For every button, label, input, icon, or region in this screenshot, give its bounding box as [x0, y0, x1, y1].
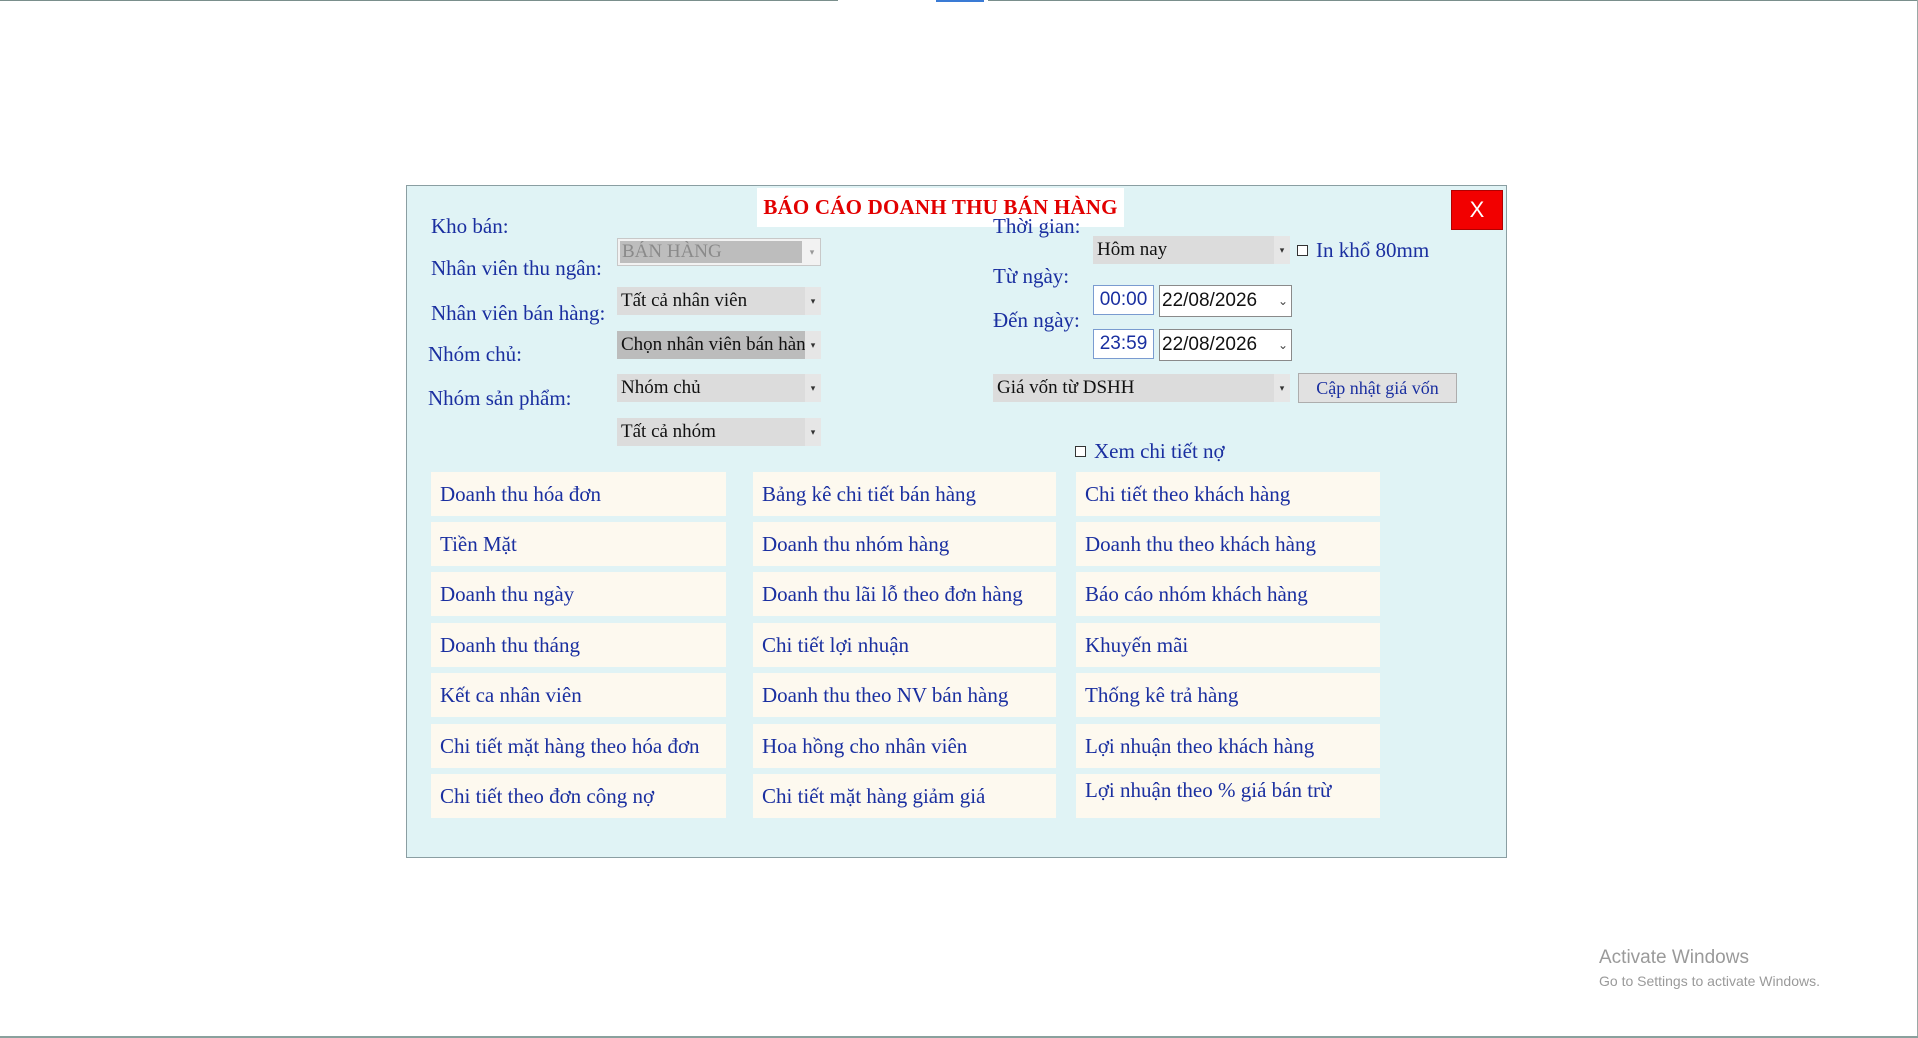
report-loi-nhuan-khach-hang-button[interactable]: Lợi nhuận theo khách hàng [1076, 724, 1380, 768]
report-ket-ca-nhan-vien-button[interactable]: Kết ca nhân viên [431, 673, 726, 717]
chevron-down-icon: ⌄ [1277, 294, 1289, 308]
gia-von-select[interactable]: Giá vốn từ DSHH ▾ [993, 374, 1290, 402]
report-chi-tiet-loi-nhuan-button[interactable]: Chi tiết lợi nhuận [753, 623, 1056, 667]
den-ngay-label: Đến ngày: [993, 308, 1080, 332]
chevron-down-icon: ▾ [1274, 236, 1290, 264]
report-chi-tiet-don-cong-no-button[interactable]: Chi tiết theo đơn công nợ [431, 774, 726, 818]
nhom-chu-value: Nhóm chủ [621, 377, 701, 398]
report-doanh-thu-thang-button[interactable]: Doanh thu tháng [431, 623, 726, 667]
checkbox-icon [1297, 244, 1308, 256]
xem-chi-tiet-no-checkbox[interactable]: Xem chi tiết nợ [1075, 436, 1225, 466]
chevron-down-icon: ▾ [805, 418, 821, 446]
chevron-down-icon: ▾ [805, 287, 821, 315]
tu-ngay-date-picker[interactable]: 22/08/2026 ⌄ [1159, 285, 1292, 317]
report-mat-hang-giam-gia-button[interactable]: Chi tiết mặt hàng giảm giá [753, 774, 1056, 818]
report-doanh-thu-ngay-button[interactable]: Doanh thu ngày [431, 572, 726, 616]
report-loi-nhuan-gia-ban-button[interactable]: Lợi nhuận theo % giá bán trừ [1076, 774, 1380, 818]
kho-ban-select[interactable]: BÁN HÀNG ▾ [617, 238, 821, 266]
gia-von-value: Giá vốn từ DSHH [997, 377, 1135, 398]
report-thong-ke-tra-hang-button[interactable]: Thống kê trả hàng [1076, 673, 1380, 717]
report-bang-ke-chi-tiet-button[interactable]: Bảng kê chi tiết bán hàng [753, 472, 1056, 516]
report-tien-mat-button[interactable]: Tiền Mặt [431, 522, 726, 566]
report-chi-tiet-mat-hang-hoa-don-button[interactable]: Chi tiết mặt hàng theo hóa đơn [431, 724, 726, 768]
thoi-gian-value: Hôm nay [1097, 239, 1168, 260]
cap-nhat-gia-von-button[interactable]: Cập nhật giá vốn [1298, 373, 1457, 403]
report-khuyen-mai-button[interactable]: Khuyến mãi [1076, 623, 1380, 667]
in-kho-80mm-label: In khổ 80mm [1316, 237, 1430, 262]
xem-chi-tiet-no-label: Xem chi tiết nợ [1094, 438, 1225, 463]
chevron-down-icon: ▾ [1274, 374, 1290, 402]
nv-ban-hang-value: Chọn nhân viên bán hàng [617, 331, 805, 359]
den-ngay-date-value: 22/08/2026 [1162, 334, 1258, 355]
nv-thu-ngan-value: Tất cả nhân viên [621, 290, 748, 311]
report-doanh-thu-khach-hang-button[interactable]: Doanh thu theo khách hàng [1076, 522, 1380, 566]
close-button[interactable]: X [1451, 190, 1503, 230]
report-hoa-hong-nhan-vien-button[interactable]: Hoa hồng cho nhân viên [753, 724, 1056, 768]
nv-thu-ngan-select[interactable]: Tất cả nhân viên ▾ [617, 287, 821, 315]
window-top-accent [936, 0, 984, 2]
nhom-chu-select[interactable]: Nhóm chủ ▾ [617, 374, 821, 402]
nhom-san-pham-select[interactable]: Tất cả nhóm ▾ [617, 418, 821, 446]
checkbox-icon [1075, 445, 1086, 457]
den-ngay-date-picker[interactable]: 22/08/2026 ⌄ [1159, 329, 1292, 361]
report-chi-tiet-khach-hang-button[interactable]: Chi tiết theo khách hàng [1076, 472, 1380, 516]
in-kho-80mm-checkbox[interactable]: In khổ 80mm [1297, 235, 1429, 265]
chevron-down-icon: ▾ [805, 374, 821, 402]
tu-ngay-date-value: 22/08/2026 [1162, 290, 1258, 311]
den-ngay-time-input[interactable]: 23:59 [1093, 329, 1154, 359]
nv-ban-hang-select[interactable]: Chọn nhân viên bán hàng ▾ [617, 331, 821, 359]
chevron-down-icon: ▾ [805, 331, 821, 359]
sales-report-dialog: BÁO CÁO DOANH THU BÁN HÀNG X Kho bán: Nh… [406, 185, 1507, 858]
kho-ban-value: BÁN HÀNG [620, 241, 802, 263]
chevron-down-icon: ⌄ [1277, 338, 1289, 352]
report-doanh-thu-nhom-hang-button[interactable]: Doanh thu nhóm hàng [753, 522, 1056, 566]
nhom-san-pham-value: Tất cả nhóm [621, 421, 716, 442]
report-lai-lo-don-hang-button[interactable]: Doanh thu lãi lỗ theo đơn hàng [753, 572, 1056, 616]
report-doanh-thu-nv-ban-hang-button[interactable]: Doanh thu theo NV bán hàng [753, 673, 1056, 717]
watermark-subtitle: Go to Settings to activate Windows. [1599, 973, 1820, 989]
nhom-san-pham-label: Nhóm sản phẩm: [428, 386, 572, 410]
tu-ngay-time-input[interactable]: 00:00 [1093, 285, 1154, 315]
chevron-down-icon: ▾ [804, 239, 820, 265]
thoi-gian-select[interactable]: Hôm nay ▾ [1093, 236, 1290, 264]
watermark-title: Activate Windows [1599, 947, 1749, 968]
windows-activation-watermark: Activate Windows Go to Settings to activ… [1599, 947, 1820, 989]
report-nhom-khach-hang-button[interactable]: Báo cáo nhóm khách hàng [1076, 572, 1380, 616]
report-doanh-thu-hoa-don-button[interactable]: Doanh thu hóa đơn [431, 472, 726, 516]
